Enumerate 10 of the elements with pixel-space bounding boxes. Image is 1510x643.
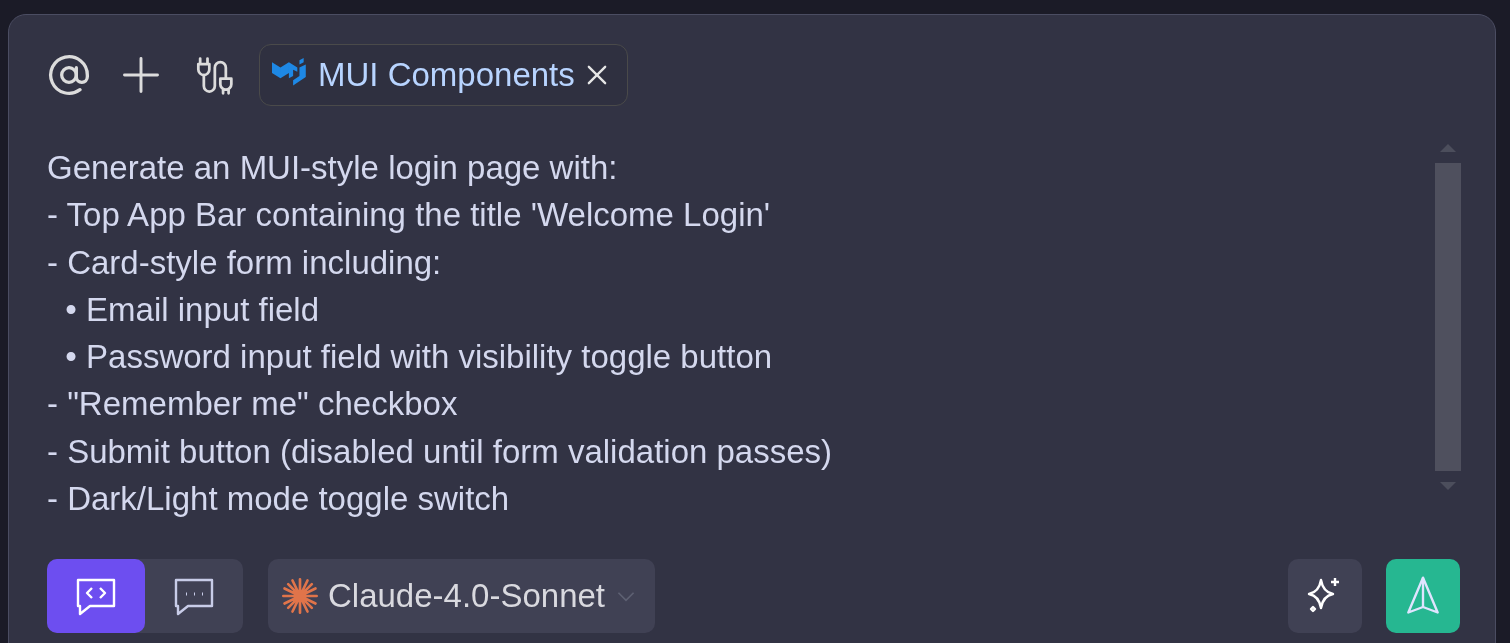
model-selector[interactable]: Claude-4.0-Sonnet	[268, 559, 656, 633]
prompt-field[interactable]: Generate an MUI-style login page with: - Top App Bar containing the title 'Welcome Login' - Card-style form including: • Email input field • Password input field with visibility toggle button - "Remember me" checkbox - Submit button (disabled until form validation passes) - Dark/Light mode toggle switch	[47, 144, 1437, 525]
chip-label: MUI Components	[318, 56, 575, 94]
send-button[interactable]	[1386, 559, 1460, 633]
starburst-icon	[280, 576, 320, 616]
at-icon[interactable]	[47, 53, 91, 97]
enhance-button[interactable]	[1288, 559, 1362, 633]
context-chip[interactable]: MUI Components	[259, 44, 628, 106]
code-mode-button[interactable]	[47, 559, 145, 633]
scrollbar-thumb[interactable]	[1435, 163, 1461, 471]
